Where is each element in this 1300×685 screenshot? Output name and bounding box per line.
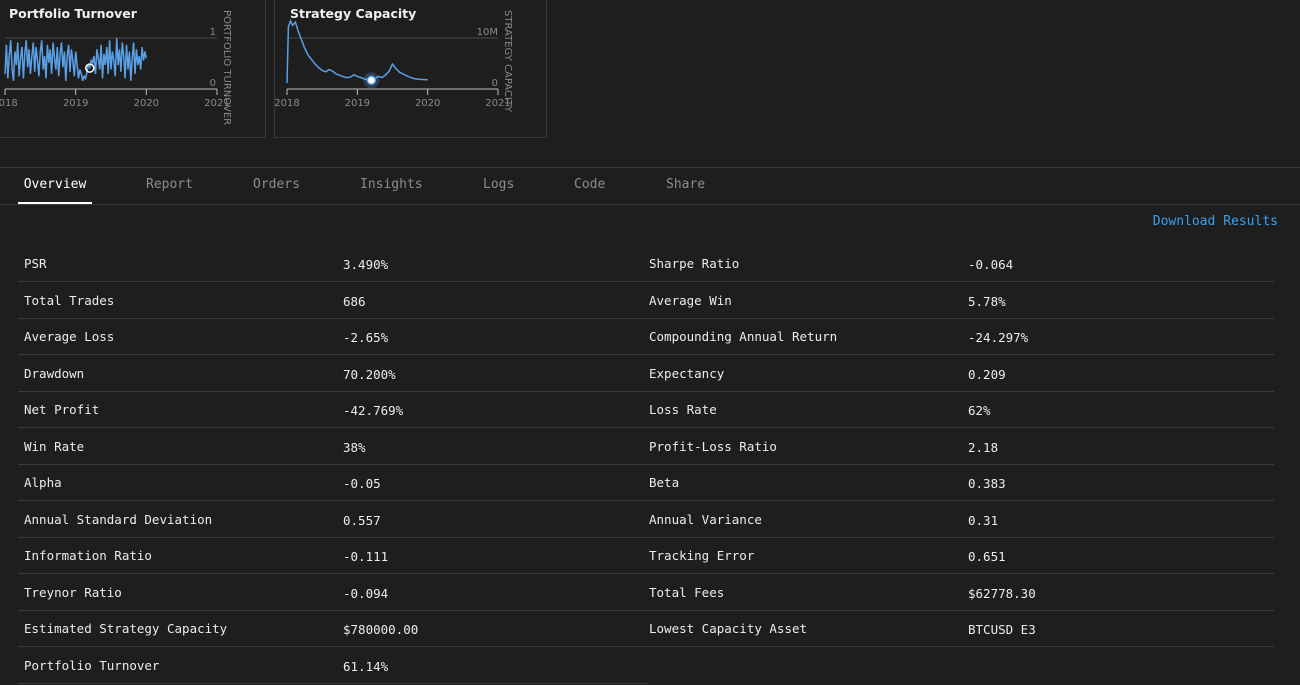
stat-label: Treynor Ratio [24, 584, 122, 600]
tab-orders[interactable]: Orders [253, 168, 300, 204]
x-tick-label: 2018 [275, 98, 300, 109]
stat-value: 61.14% [343, 658, 389, 674]
stat-value: 5.78% [968, 293, 1006, 309]
stat-value: -42.769% [343, 403, 404, 418]
stat-label: Net Profit [24, 402, 100, 417]
tab-insights[interactable]: Insights [360, 168, 423, 204]
stat-row: Total Fees $62778.30 [645, 575, 1274, 611]
x-tick-label: 2019 [63, 98, 88, 109]
stat-row: Sharpe Ratio -0.064 [645, 246, 1274, 282]
stat-label: Sharpe Ratio [649, 256, 740, 271]
stat-label: Profit-Loss Ratio [649, 438, 777, 454]
stat-label: Expectancy [649, 365, 725, 381]
stat-value: 0.209 [968, 366, 1006, 382]
stat-label: Win Rate [24, 438, 85, 454]
stat-value: 2.18 [968, 439, 999, 455]
stat-value: 3.490% [343, 257, 389, 272]
y-axis-label: STRATEGY CAPACITY [502, 10, 513, 113]
stat-row: Compounding Annual Return -24.297% [645, 319, 1274, 355]
stat-row: Portfolio Turnover 61.14% [18, 648, 647, 684]
hover-marker [366, 75, 377, 86]
stat-row: Average Win 5.78% [645, 283, 1274, 319]
stat-label: Lowest Capacity Asset [649, 621, 808, 636]
stat-label: Total Trades [24, 292, 115, 308]
stat-label: Loss Rate [649, 402, 717, 417]
stat-label: Average Loss [24, 329, 115, 344]
stat-label: Tracking Error [649, 548, 755, 563]
stat-row: Alpha -0.05 [18, 465, 647, 501]
stat-label: Information Ratio [24, 548, 152, 563]
stat-row: Average Loss -2.65% [18, 319, 647, 355]
stat-row: Win Rate 38% [18, 429, 647, 465]
stat-label: Total Fees [649, 584, 725, 600]
stat-row: PSR 3.490% [18, 246, 647, 282]
stat-row: Total Trades 686 [18, 283, 647, 319]
stat-label: Annual Standard Deviation [24, 511, 213, 527]
stat-row: Net Profit -42.769% [18, 392, 647, 428]
stat-value: -2.65% [343, 330, 389, 345]
stat-row: Treynor Ratio -0.094 [18, 575, 647, 611]
stat-label: Average Win [649, 292, 732, 308]
x-tick-label: 2020 [415, 98, 440, 109]
y-tick-label: 0 [492, 78, 498, 89]
tab-logs[interactable]: Logs [483, 168, 514, 204]
stat-row: Profit-Loss Ratio 2.18 [645, 429, 1274, 465]
y-axis-label: PORTFOLIO TURNOVER [221, 10, 232, 125]
y-tick-label: 1 [210, 27, 216, 38]
stat-value: 70.200% [343, 366, 396, 382]
stat-value: 0.383 [968, 476, 1006, 491]
stat-label: Estimated Strategy Capacity [24, 621, 228, 636]
stat-row: Drawdown 70.200% [18, 356, 647, 392]
stat-row: Beta 0.383 [645, 465, 1274, 501]
tab-code[interactable]: Code [574, 168, 605, 204]
stat-label: PSR [24, 256, 47, 271]
stat-value: -0.064 [968, 257, 1014, 272]
stat-value: 686 [343, 293, 366, 309]
stat-value: $62778.30 [968, 585, 1036, 601]
stat-value: BTCUSD E3 [968, 622, 1036, 637]
stat-value: $780000.00 [343, 622, 419, 637]
stat-label: Compounding Annual Return [649, 329, 838, 344]
stat-row: Expectancy 0.209 [645, 356, 1274, 392]
stat-value: -0.111 [343, 549, 389, 564]
x-tick-label: 2020 [134, 98, 159, 109]
stat-value: -24.297% [968, 330, 1029, 345]
stat-label: Alpha [24, 475, 62, 490]
tab-share[interactable]: Share [666, 168, 705, 204]
stat-row: Lowest Capacity Asset BTCUSD E3 [645, 611, 1274, 647]
stat-row: Annual Standard Deviation 0.557 [18, 502, 647, 538]
tab-report[interactable]: Report [146, 168, 193, 204]
strategy-capacity-title: Strategy Capacity [290, 6, 417, 21]
stat-value: -0.05 [343, 476, 381, 491]
portfolio-turnover-card: 201820192020202110PORTFOLIO TURNOVER Por… [0, 0, 266, 138]
x-tick-label: 2019 [345, 98, 370, 109]
download-results-link[interactable]: Download Results [1153, 214, 1278, 229]
stat-value: 0.651 [968, 549, 1006, 564]
y-tick-label: 10M [477, 27, 498, 38]
stat-value: 38% [343, 439, 366, 455]
stat-value: -0.094 [343, 585, 389, 601]
result-tabs: Overview Report Orders Insights Logs Cod… [0, 167, 1300, 205]
tab-overview[interactable]: Overview [18, 168, 92, 204]
series-line [4, 37, 148, 82]
y-tick-label: 0 [210, 78, 216, 89]
series-line [286, 18, 428, 84]
strategy-capacity-card: 2018 2019 2020 2021 10M 0 STRATEGY CAPACITY St… [274, 0, 547, 138]
stat-value: 0.31 [968, 512, 999, 528]
stat-row: Estimated Strategy Capacity $780000.00 [18, 611, 647, 647]
stat-value: 0.557 [343, 512, 381, 528]
stat-row: Loss Rate 62% [645, 392, 1274, 428]
stat-row: Tracking Error 0.651 [645, 538, 1274, 574]
stat-label: Beta [649, 475, 680, 490]
stat-label: Portfolio Turnover [24, 657, 160, 673]
stat-row: Information Ratio -0.111 [18, 538, 647, 574]
stat-row: Annual Variance 0.31 [645, 502, 1274, 538]
stat-label: Drawdown [24, 365, 85, 381]
stat-value: 62% [968, 403, 991, 418]
portfolio-turnover-title: Portfolio Turnover [9, 6, 137, 21]
stat-label: Annual Variance [649, 511, 762, 527]
x-tick-label: 2018 [0, 98, 18, 109]
